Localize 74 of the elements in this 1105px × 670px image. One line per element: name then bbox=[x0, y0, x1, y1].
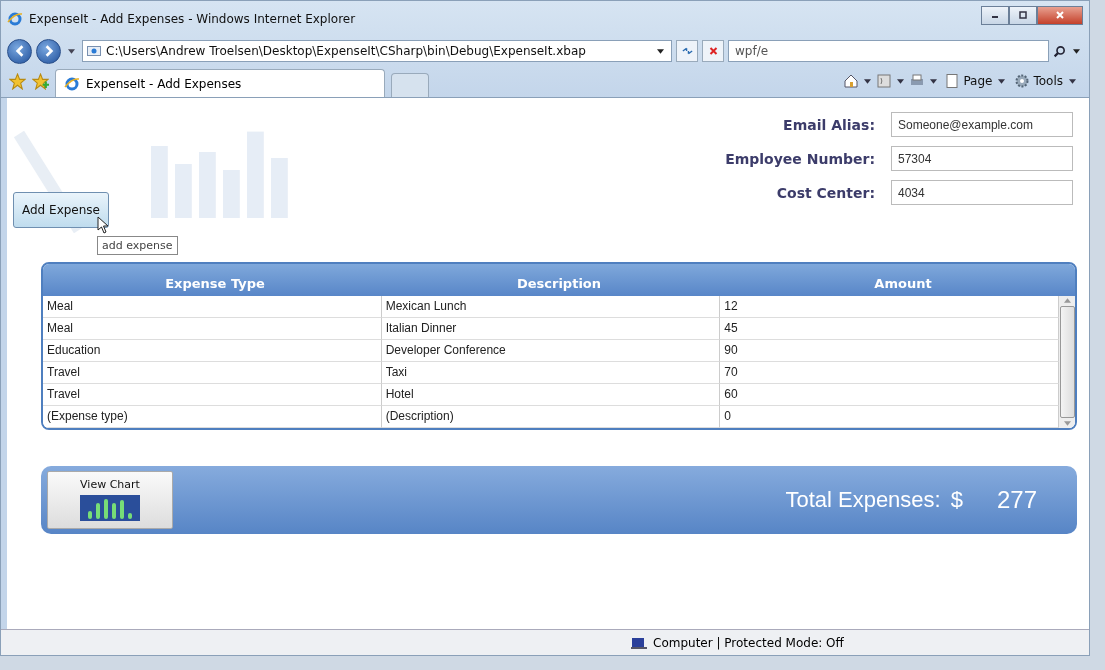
ie-logo-icon bbox=[7, 11, 23, 27]
currency-symbol: $ bbox=[950, 487, 963, 513]
monitor-flag-icon bbox=[631, 636, 647, 649]
page-icon bbox=[944, 73, 961, 89]
close-icon bbox=[1055, 11, 1065, 19]
table-cell[interactable]: 45 bbox=[720, 318, 1059, 340]
security-zone-text: Computer | Protected Mode: Off bbox=[653, 635, 844, 650]
view-chart-button[interactable]: View Chart bbox=[47, 471, 173, 529]
table-cell[interactable]: Mexican Lunch bbox=[381, 296, 721, 318]
refresh-arrows-icon bbox=[680, 46, 694, 56]
address-field[interactable]: C:\Users\Andrew Troelsen\Desktop\ExpenseIt\CSharp\bin\Debug\ExpenseIt.xbap bbox=[82, 40, 672, 62]
add-expense-button[interactable]: Add Expense bbox=[13, 192, 109, 228]
field-label: Cost Center: bbox=[775, 184, 875, 201]
add-favorite-star-icon[interactable] bbox=[32, 72, 49, 90]
close-button[interactable] bbox=[1037, 5, 1083, 25]
table-cell[interactable]: Education bbox=[43, 340, 382, 362]
field-label: Email Alias: bbox=[782, 116, 875, 133]
bar-chart-icon bbox=[80, 495, 140, 521]
search-field[interactable]: wpf/e bbox=[728, 40, 1049, 62]
stop-button[interactable] bbox=[702, 40, 724, 62]
table-cell[interactable]: 12 bbox=[720, 296, 1059, 318]
table-cell[interactable]: (Description) bbox=[381, 406, 721, 428]
refresh-button[interactable] bbox=[676, 40, 698, 62]
back-button[interactable] bbox=[7, 38, 32, 64]
input-field[interactable]: 4034 bbox=[891, 180, 1073, 205]
table-cell[interactable]: Travel bbox=[43, 384, 382, 406]
scrollbar-thumb[interactable] bbox=[1059, 306, 1075, 418]
table-cell[interactable]: 0 bbox=[720, 406, 1059, 428]
minimize-button[interactable] bbox=[981, 5, 1009, 25]
table-cell[interactable]: (Expense type) bbox=[43, 406, 382, 428]
tooltip: add expense bbox=[97, 236, 178, 255]
home-icon[interactable] bbox=[843, 73, 860, 89]
table-cell[interactable]: Developer Conference bbox=[381, 340, 721, 362]
caret-icon bbox=[1069, 78, 1076, 84]
window-title: ExpenseIt - Add Expenses - Windows Internet Explorer bbox=[29, 12, 356, 26]
page-menu-button[interactable]: Page bbox=[942, 73, 1011, 89]
table-cell[interactable]: Travel bbox=[43, 362, 382, 384]
maximize-button[interactable] bbox=[1009, 5, 1037, 25]
browser-tab[interactable]: ExpenseIt - Add Expenses bbox=[55, 69, 385, 97]
maximize-icon bbox=[1018, 11, 1028, 19]
forward-button[interactable] bbox=[36, 38, 61, 64]
down-arrow-icon[interactable] bbox=[1063, 421, 1071, 426]
total-value: 277 bbox=[996, 486, 1037, 514]
caret-icon[interactable] bbox=[864, 78, 872, 84]
caret-icon bbox=[998, 78, 1006, 84]
table-cell[interactable]: Meal bbox=[43, 318, 382, 340]
table-cell[interactable]: 90 bbox=[720, 340, 1059, 362]
table-cell[interactable]: Hotel bbox=[381, 384, 721, 406]
scrollbar[interactable] bbox=[1059, 296, 1075, 428]
column-header: Expense Type bbox=[164, 275, 266, 293]
column-header: Description bbox=[515, 275, 603, 293]
table-cell[interactable]: Meal bbox=[43, 296, 382, 318]
table-cell[interactable]: Taxi bbox=[381, 362, 721, 384]
caret-icon[interactable] bbox=[68, 48, 75, 54]
caret-icon[interactable] bbox=[930, 78, 938, 84]
field-label: Employee Number: bbox=[725, 150, 875, 167]
table-cell[interactable]: Italian Dinner bbox=[381, 318, 721, 340]
page-icon bbox=[87, 46, 101, 56]
table-cell[interactable]: 60 bbox=[720, 384, 1059, 406]
search-icon[interactable] bbox=[1053, 44, 1066, 58]
input-field[interactable]: 57304 bbox=[891, 146, 1073, 171]
ie-logo-icon bbox=[64, 75, 80, 92]
up-arrow-icon[interactable] bbox=[1063, 298, 1071, 303]
favorites-star-icon[interactable] bbox=[9, 72, 26, 90]
total-label: Total Expenses: bbox=[785, 487, 941, 513]
gear-icon bbox=[1014, 73, 1031, 89]
mouse-cursor-icon bbox=[97, 216, 109, 234]
tools-menu-button[interactable]: Tools bbox=[1012, 73, 1081, 89]
caret-icon[interactable] bbox=[1073, 48, 1080, 54]
caret-icon bbox=[657, 48, 664, 54]
column-header: Amount bbox=[873, 275, 933, 293]
caret-icon[interactable] bbox=[897, 78, 905, 84]
table-cell[interactable]: 70 bbox=[720, 362, 1059, 384]
input-field[interactable]: Someone@example.com bbox=[891, 112, 1073, 137]
